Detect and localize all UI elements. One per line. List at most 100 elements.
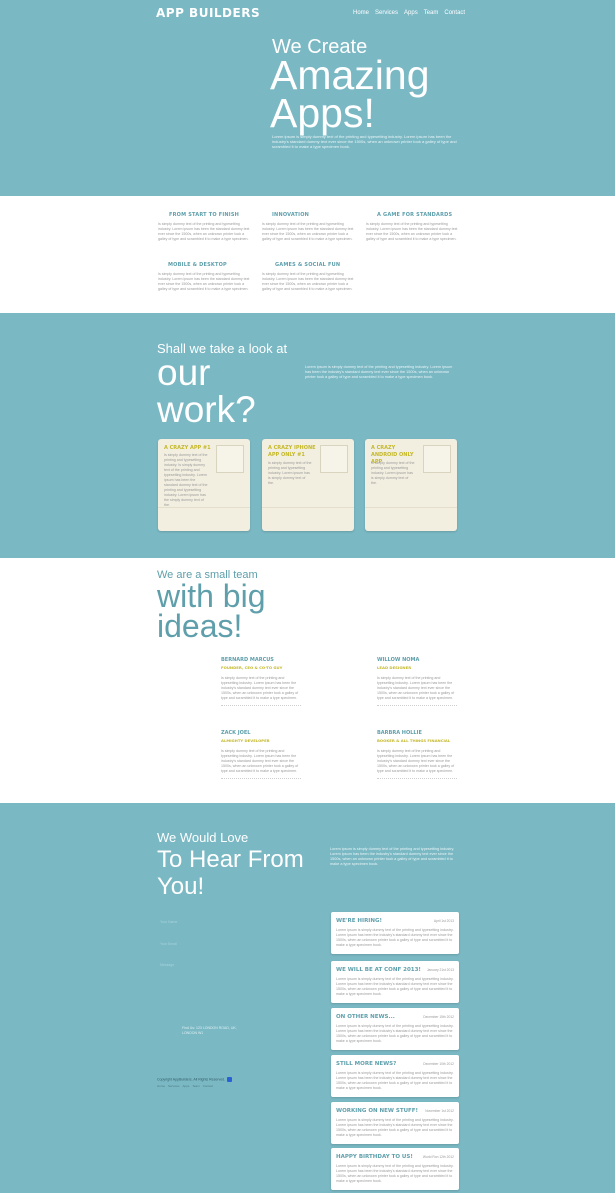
copyright-text: Copyright AppBuilders. All Rights Reserv…: [157, 1077, 226, 1082]
app-card-text: Is simply dummy text of the printing and…: [164, 453, 208, 507]
member-name: BERNARD MARCUS: [221, 657, 274, 663]
app-card-title: A CRAZY APP #1: [164, 445, 211, 451]
news-item[interactable]: WE WILL BE AT CONF 2013! January 21st 20…: [331, 961, 459, 1003]
footer-nav-services[interactable]: Services: [168, 1084, 180, 1088]
feature-item: MOBILE & DESKTOP Is simply dummy text of…: [158, 262, 250, 292]
footer-nav-team[interactable]: Team: [192, 1084, 199, 1088]
nav-apps[interactable]: Apps: [404, 10, 418, 16]
news-text: Lorem ipsum is simply dummy text of the …: [336, 977, 454, 996]
news-date: World Ron 12th 2012: [422, 1155, 454, 1159]
feature-item: GAMES & SOCIAL FUN Is simply dummy text …: [262, 262, 354, 292]
feature-text: Is simply dummy text of the printing and…: [158, 272, 250, 291]
hero-section: APP BUILDERS Home Services Apps Team Con…: [0, 0, 615, 196]
member-divider: [221, 705, 301, 706]
contact-kicker: We Would Love: [157, 830, 249, 845]
member-divider: [221, 778, 301, 779]
member-name: ZACK JOEL: [221, 730, 251, 736]
message-field[interactable]: Message: [160, 963, 174, 967]
app-card-title: A CRAZY IPHONE APP ONLY #1: [268, 445, 316, 458]
member-bio: Is simply dummy text of the printing and…: [221, 749, 299, 773]
feature-title: MOBILE & DESKTOP: [168, 262, 227, 268]
email-field[interactable]: Your Email: [160, 942, 177, 946]
feature-text: Is simply dummy text of the printing and…: [262, 272, 354, 291]
feature-title: INNOVATION: [272, 212, 310, 218]
member-role: LEAD DESIGNER: [377, 665, 412, 670]
app-card[interactable]: A CRAZY APP #1 Is simply dummy text of t…: [158, 439, 250, 531]
news-item[interactable]: WORKING ON NEW STUFF! November 1st 2012 …: [331, 1102, 459, 1144]
team-member: BARBRA HOLLIE BOOKER & ALL THINGS FINANC…: [377, 730, 457, 779]
app-card[interactable]: A CRAZY ANDROID ONLY APP Is simply dummy…: [365, 439, 457, 531]
work-section: Shall we take a look at our work? Lorem …: [0, 313, 615, 558]
address: Find Us: 123 LONDON ROAD, UK, LONDON W1: [182, 1026, 237, 1035]
hero-headline: Amazing Apps!: [270, 52, 430, 136]
app-card[interactable]: A CRAZY IPHONE APP ONLY #1 Is simply dum…: [262, 439, 354, 531]
card-divider: [158, 507, 250, 508]
site-logo[interactable]: APP BUILDERS: [156, 6, 260, 20]
hero-text: Lorem ipsum is simply dummy text of the …: [272, 134, 457, 149]
feature-text: Is simply dummy text of the printing and…: [158, 222, 250, 241]
team-headline: with big ideas!: [157, 578, 266, 644]
contact-text: Lorem ipsum is simply dummy text of the …: [330, 847, 455, 866]
news-item[interactable]: ON OTHER NEWS... December 15th 2012 Lore…: [331, 1008, 459, 1050]
app-thumbnail: [423, 445, 451, 473]
news-text: Lorem ipsum is simply dummy text of the …: [336, 1118, 454, 1137]
work-text: Lorem ipsum is simply dummy text of the …: [305, 365, 453, 379]
feature-title: GAMES & SOCIAL FUN: [275, 262, 341, 268]
news-item[interactable]: HAPPY BIRTHDAY TO US! World Ron 12th 201…: [331, 1148, 459, 1190]
member-bio: Is simply dummy text of the printing and…: [377, 676, 455, 700]
card-divider: [262, 507, 354, 508]
news-date: April 1st 2013: [433, 919, 454, 923]
nav-home[interactable]: Home: [353, 10, 369, 16]
member-name: BARBRA HOLLIE: [377, 730, 422, 736]
contact-headline: To Hear From You!: [157, 846, 304, 900]
name-field[interactable]: Your Name: [160, 920, 177, 924]
team-member: ZACK JOEL ALMIGHTY DEVELOPER Is simply d…: [221, 730, 301, 779]
contact-section: We Would Love To Hear From You! Lorem ip…: [0, 803, 615, 1193]
feature-text: Is simply dummy text of the printing and…: [262, 222, 354, 241]
member-divider: [377, 778, 457, 779]
news-text: Lorem ipsum is simply dummy text of the …: [336, 928, 454, 947]
footer-nav: Home Services Apps Team Contact: [157, 1084, 213, 1088]
feature-item: FROM START TO FINISH Is simply dummy tex…: [158, 212, 250, 242]
news-text: Lorem ipsum is simply dummy text of the …: [336, 1071, 454, 1090]
member-role: FOUNDER, CEO & CO-TO GUY: [221, 665, 283, 670]
news-item[interactable]: STILL MORE NEWS? December 10th 2012 Lore…: [331, 1055, 459, 1097]
nav-team[interactable]: Team: [424, 10, 439, 16]
news-text: Lorem ipsum is simply dummy text of the …: [336, 1024, 454, 1043]
social-icon[interactable]: [227, 1077, 233, 1082]
news-text: Lorem ipsum is simply dummy text of the …: [336, 1164, 454, 1183]
footer-nav-contact[interactable]: Contact: [203, 1084, 213, 1088]
team-member: BERNARD MARCUS FOUNDER, CEO & CO-TO GUY …: [221, 657, 301, 706]
feature-item: INNOVATION Is simply dummy text of the p…: [262, 212, 354, 242]
feature-title: FROM START TO FINISH: [169, 212, 240, 218]
member-role: BOOKER & ALL THINGS FINANCIAL: [377, 738, 451, 743]
footer-nav-apps[interactable]: Apps: [183, 1084, 190, 1088]
news-item[interactable]: WE'RE HIRING! April 1st 2013 Lorem ipsum…: [331, 912, 459, 954]
news-date: November 1st 2012: [425, 1109, 454, 1113]
member-name: WILLOW NOMA: [377, 657, 420, 663]
nav-contact[interactable]: Contact: [444, 10, 465, 16]
feature-title: A GAME FOR STANDARDS: [377, 212, 453, 218]
news-date: January 21st 2013: [426, 968, 454, 972]
work-headline: our work?: [157, 352, 256, 430]
feature-item: A GAME FOR STANDARDS Is simply dummy tex…: [366, 212, 458, 242]
app-card-text: Is simply dummy text of the printing and…: [371, 461, 415, 485]
member-bio: Is simply dummy text of the printing and…: [221, 676, 299, 700]
main-nav: Home Services Apps Team Contact: [353, 10, 465, 16]
member-divider: [377, 705, 457, 706]
nav-services[interactable]: Services: [375, 10, 398, 16]
app-thumbnail: [320, 445, 348, 473]
feature-text: Is simply dummy text of the printing and…: [366, 222, 458, 241]
member-role: ALMIGHTY DEVELOPER: [221, 738, 270, 743]
app-card-text: Is simply dummy text of the printing and…: [268, 461, 312, 485]
app-thumbnail: [216, 445, 244, 473]
copyright: Copyright AppBuilders. All Rights Reserv…: [157, 1077, 233, 1082]
team-section: We are a small team with big ideas! BERN…: [0, 558, 615, 803]
card-divider: [365, 507, 457, 508]
team-member: WILLOW NOMA LEAD DESIGNER Is simply dumm…: [377, 657, 457, 706]
features-section: FROM START TO FINISH Is simply dummy tex…: [0, 196, 615, 313]
news-date: December 10th 2012: [423, 1062, 454, 1066]
footer-nav-home[interactable]: Home: [157, 1084, 165, 1088]
news-date: December 15th 2012: [423, 1015, 454, 1019]
member-bio: Is simply dummy text of the printing and…: [377, 749, 455, 773]
